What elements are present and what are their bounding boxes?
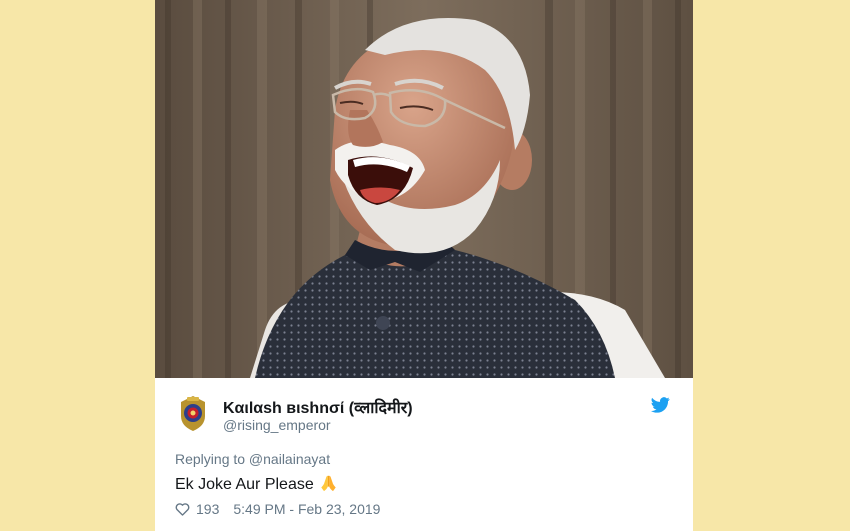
tweet-text: Ek Joke Aur Please — [175, 474, 338, 494]
tweet-timestamp[interactable]: 5:49 PM - Feb 23, 2019 — [233, 501, 380, 517]
photo-laughing-man — [155, 0, 693, 378]
like-count: 193 — [196, 501, 220, 517]
display-name[interactable]: Kαιlαsh вιshnσί (व्लादिमीर) — [223, 396, 413, 418]
tweet-text-content: Ek Joke Aur Please — [175, 476, 314, 493]
avatar[interactable] — [177, 394, 209, 432]
tweet-photo[interactable] — [155, 0, 693, 378]
tweet-body: Kαιlαsh вιshnσί (व्लादिमीर) @rising_empe… — [155, 378, 693, 531]
replying-to[interactable]: Replying to @nailainayat — [175, 451, 330, 467]
heart-icon[interactable] — [175, 502, 190, 516]
twitter-bird-icon[interactable] — [651, 397, 670, 413]
tweet-card: Kαιlαsh вιshnσί (व्लादिमीर) @rising_empe… — [155, 0, 693, 531]
user-handle[interactable]: @rising_emperor — [223, 417, 331, 433]
tweet-meta: 193 5:49 PM - Feb 23, 2019 — [175, 501, 380, 517]
folded-hands-emoji-icon — [321, 475, 336, 492]
